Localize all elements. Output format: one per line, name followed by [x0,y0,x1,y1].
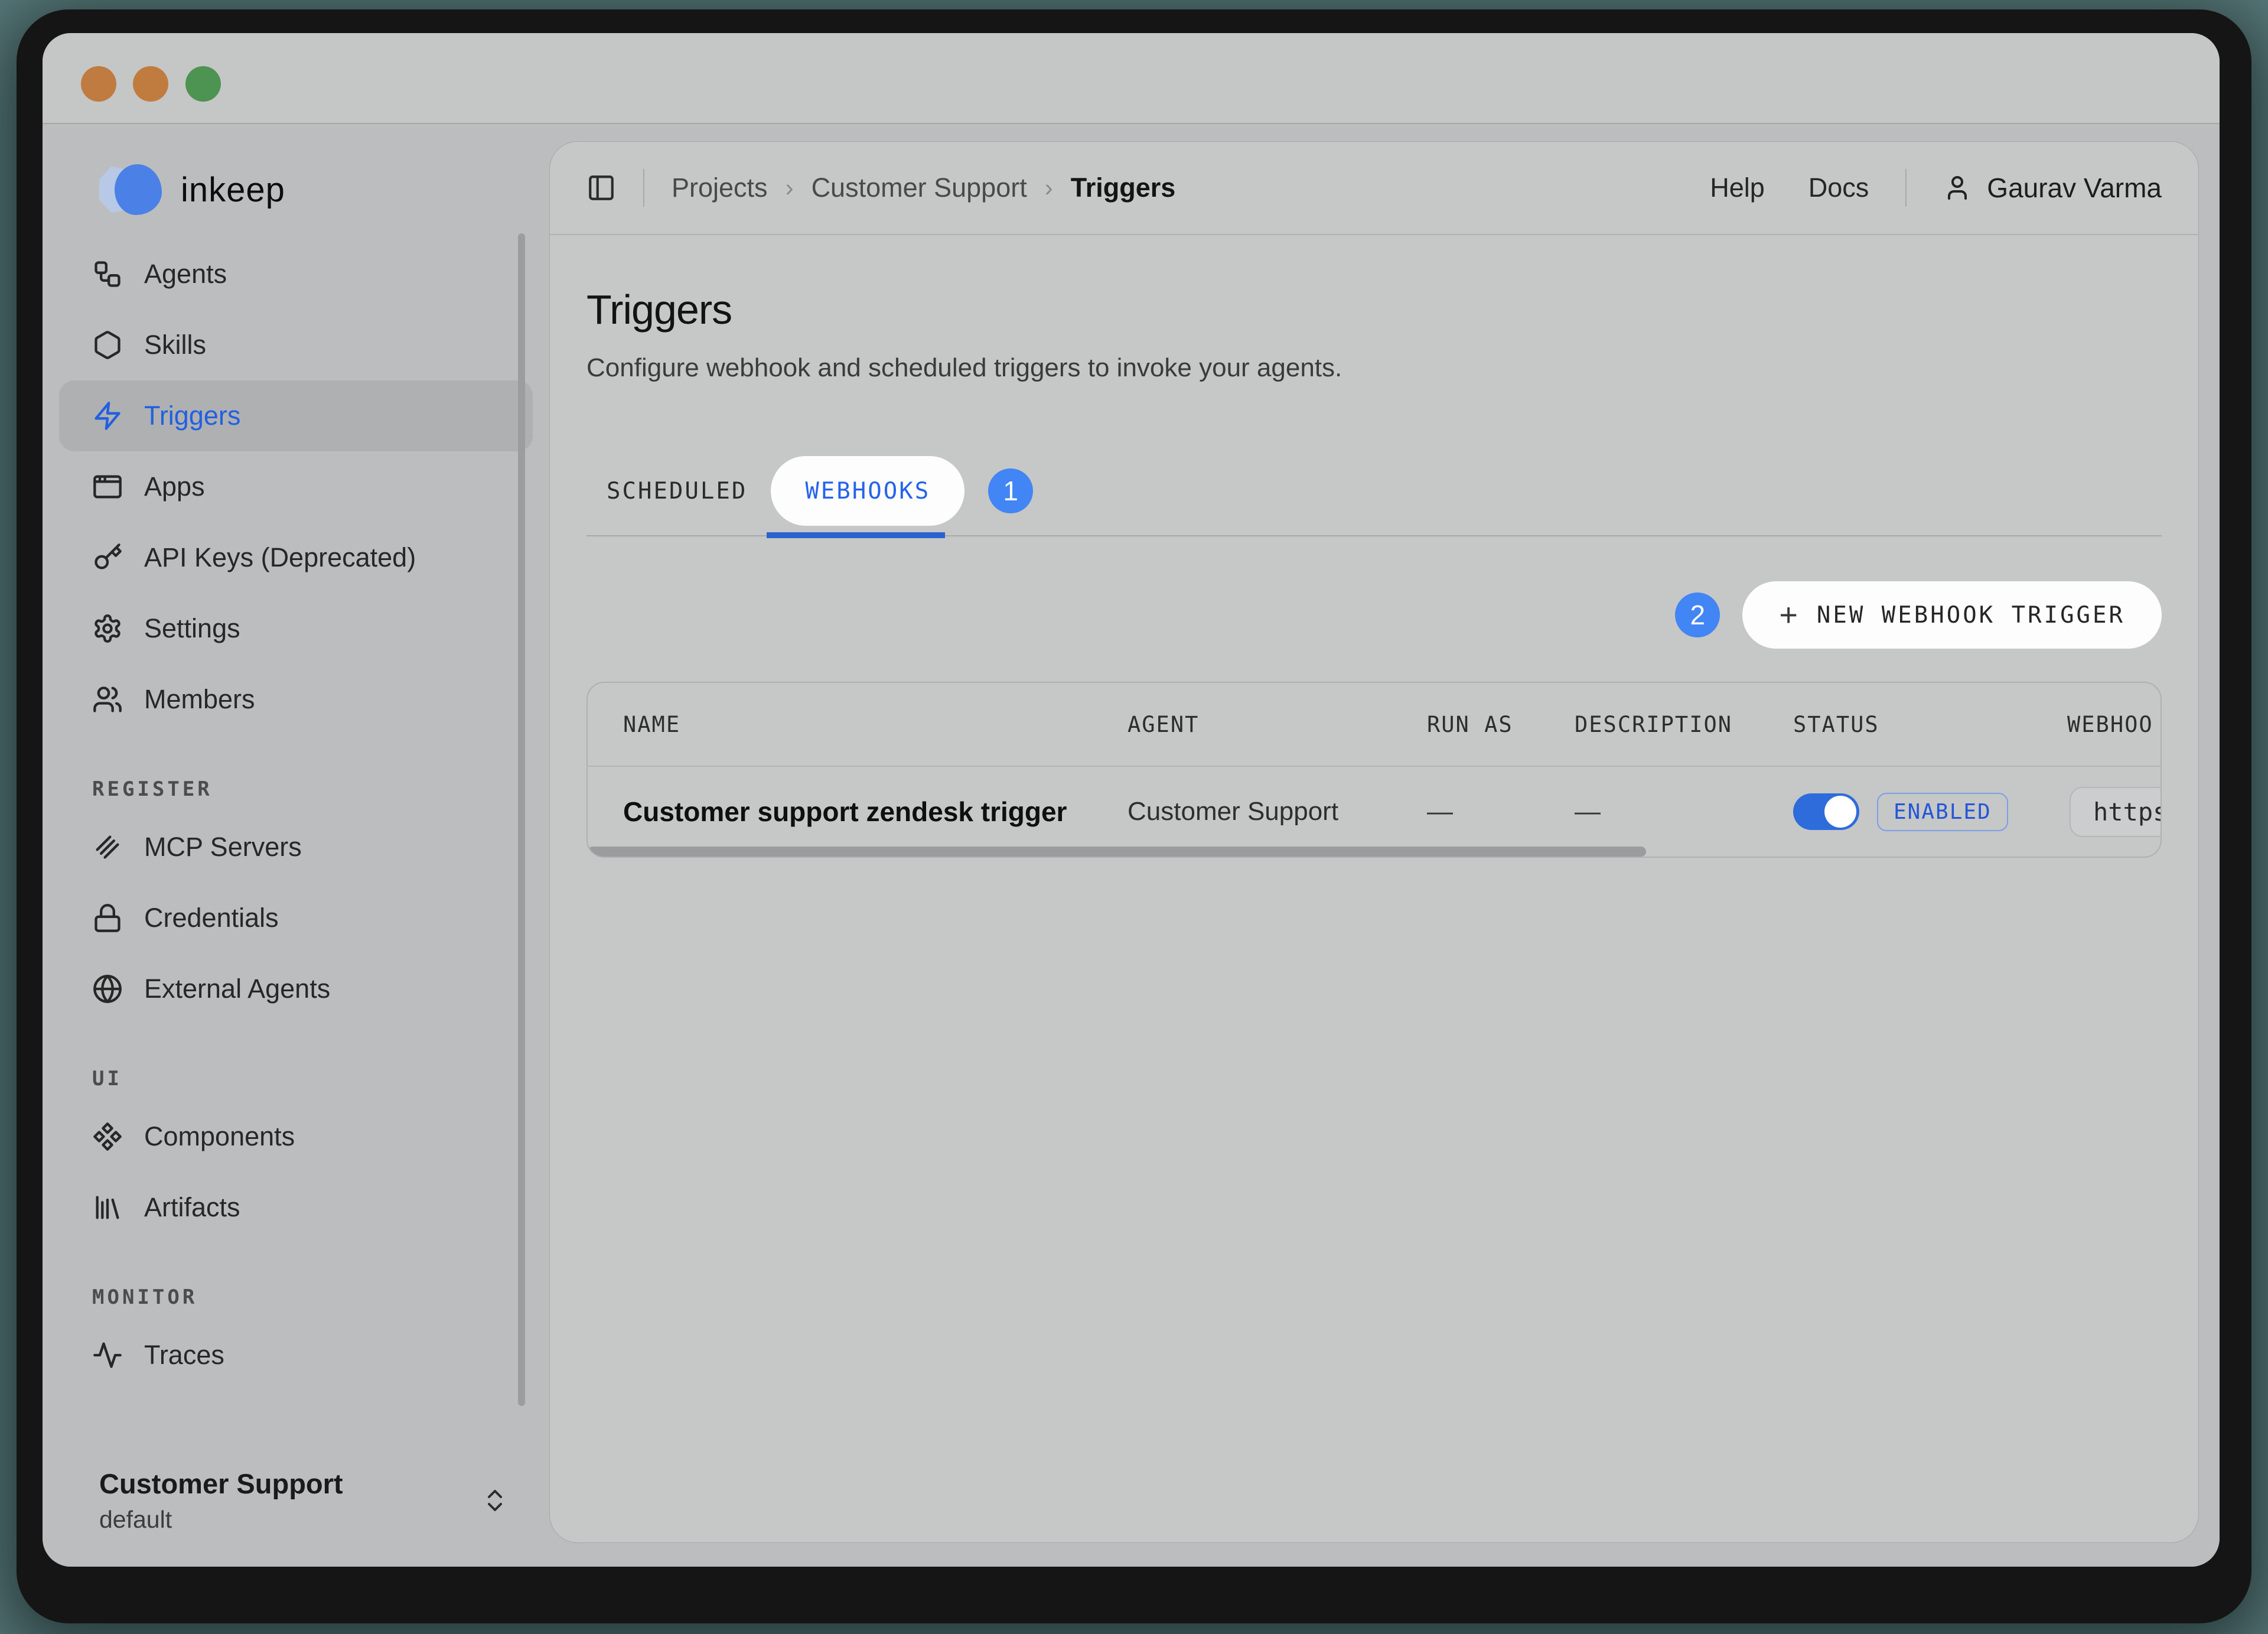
breadcrumb-separator: › [1045,174,1053,202]
header-divider [1905,169,1907,207]
tabs: SCHEDULED WEBHOOKS 1 [586,456,2162,526]
tab-webhooks[interactable]: WEBHOOKS [771,456,964,526]
column-header-webhook-url: WEBHOO [2067,712,2161,737]
column-header-agent: AGENT [1128,712,1427,737]
gear-icon [92,613,123,644]
library-icon [92,1192,123,1223]
users-icon [92,684,123,715]
inkeep-logo-icon [99,164,165,215]
header-divider [643,169,644,207]
main-panel: Projects › Customer Support › Triggers H… [549,141,2199,1543]
breadcrumb-separator: › [786,174,794,202]
sidebar-item-members[interactable]: Members [59,664,533,735]
column-header-name: NAME [623,712,1128,737]
zap-icon [92,401,123,431]
sidebar-item-external-agents[interactable]: External Agents [59,953,533,1024]
table-header-row: NAME AGENT RUN AS DESCRIPTION STATUS WEB… [588,683,2161,767]
sidebar-item-artifacts[interactable]: Artifacts [59,1172,533,1243]
sidebar-section-monitor: MONITOR [92,1275,549,1320]
toggle-knob [1824,796,1856,828]
workflow-icon [92,259,123,289]
project-switcher[interactable]: Customer Support default [99,1467,509,1534]
sidebar-item-agents[interactable]: Agents [59,239,533,310]
breadcrumb-project[interactable]: Customer Support [812,172,1027,203]
breadcrumb-current: Triggers [1071,172,1176,203]
sidebar-item-triggers[interactable]: Triggers [59,380,533,451]
globe-icon [92,974,123,1004]
annotation-badge-1: 1 [988,468,1033,513]
key-icon [92,542,123,573]
trigger-status-cell: ENABLED [1793,793,2067,831]
status-toggle[interactable] [1793,793,1859,830]
table-row[interactable]: Customer support zendesk trigger Custome… [588,767,2161,857]
hexagon-icon [92,330,123,360]
help-link[interactable]: Help [1710,172,1765,203]
component-icon [92,1121,123,1152]
inkeep-logo: inkeep [43,125,549,215]
chevrons-up-down-icon [481,1486,509,1515]
breadcrumb-bar: Projects › Customer Support › Triggers H… [550,142,2198,235]
sidebar-toggle-icon[interactable] [586,173,616,203]
app-window-icon [92,471,123,502]
sidebar-item-settings[interactable]: Settings [59,593,533,664]
project-environment: default [99,1506,343,1534]
annotation-badge-2: 2 [1675,593,1720,637]
page-title: Triggers [586,286,2162,333]
trigger-agent: Customer Support [1128,797,1427,826]
sidebar: inkeep Agents Skills Triggers Apps [43,125,549,1567]
table-horizontal-scrollbar[interactable] [588,847,1646,857]
tab-underline [586,535,2162,536]
sidebar-item-skills[interactable]: Skills [59,310,533,380]
column-header-description: DESCRIPTION [1575,712,1793,737]
mcp-icon [92,832,123,862]
sidebar-item-components[interactable]: Components [59,1101,533,1172]
column-header-run-as: RUN AS [1427,712,1575,737]
trigger-run-as: — [1427,797,1575,826]
user-icon [1943,174,1972,202]
sidebar-item-apps[interactable]: Apps [59,451,533,522]
tab-scheduled[interactable]: SCHEDULED [607,478,747,504]
breadcrumb-projects[interactable]: Projects [672,172,768,203]
project-name: Customer Support [99,1467,343,1500]
page-description: Configure webhook and scheduled triggers… [586,353,2162,383]
trigger-name: Customer support zendesk trigger [623,796,1128,828]
status-badge: ENABLED [1877,793,2008,831]
app-window: inkeep Agents Skills Triggers Apps [43,33,2220,1567]
column-header-status: STATUS [1793,712,2067,737]
breadcrumb: Projects › Customer Support › Triggers [672,172,1175,203]
inkeep-logo-text: inkeep [181,170,285,210]
trigger-description: — [1575,797,1793,826]
new-webhook-trigger-button[interactable]: + NEW WEBHOOK TRIGGER [1742,581,2162,649]
app-body: inkeep Agents Skills Triggers Apps [43,125,2220,1567]
sidebar-scrollbar[interactable] [518,233,525,1406]
user-name: Gaurav Varma [1987,172,2162,204]
close-window-button[interactable] [81,66,116,102]
sidebar-item-mcp-servers[interactable]: MCP Servers [59,812,533,883]
actions-row: 2 + NEW WEBHOOK TRIGGER [586,581,2162,649]
sidebar-item-credentials[interactable]: Credentials [59,883,533,953]
user-menu[interactable]: Gaurav Varma [1943,172,2162,204]
sidebar-section-register: REGISTER [92,767,549,812]
sidebar-item-traces[interactable]: Traces [59,1320,533,1391]
triggers-table: NAME AGENT RUN AS DESCRIPTION STATUS WEB… [586,682,2162,858]
sidebar-item-api-keys[interactable]: API Keys (Deprecated) [59,522,533,593]
minimize-window-button[interactable] [133,66,168,102]
docs-link[interactable]: Docs [1808,172,1869,203]
zoom-window-button[interactable] [185,66,221,102]
plus-icon: + [1779,597,1800,633]
activity-icon [92,1340,123,1371]
titlebar [43,33,2220,124]
webhook-url-chip[interactable]: https [2070,787,2162,837]
active-tab-indicator [767,532,945,538]
sidebar-section-ui: UI [92,1056,549,1101]
lock-icon [92,903,123,933]
